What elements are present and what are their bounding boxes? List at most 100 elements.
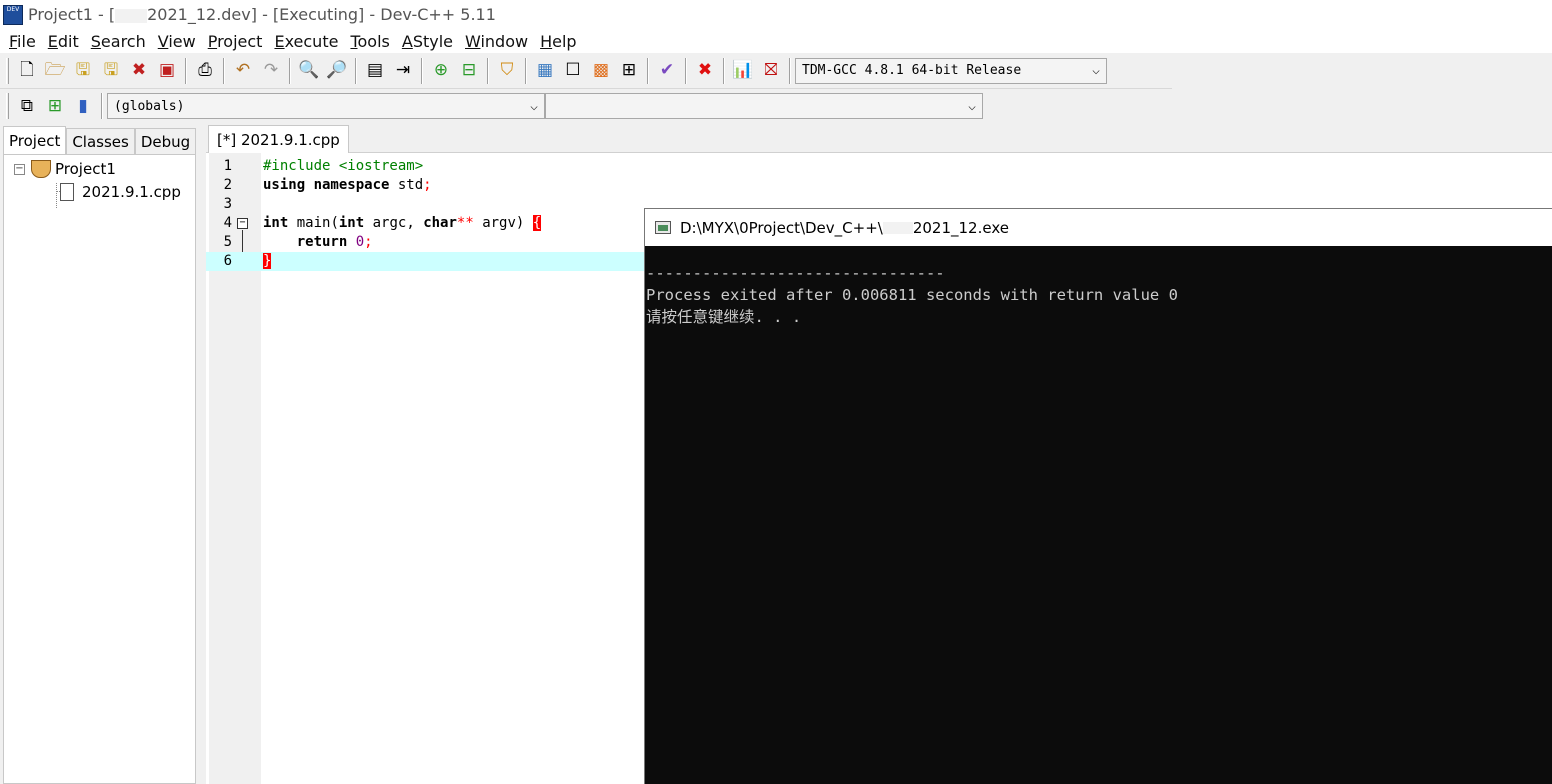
redacted-text	[115, 8, 148, 23]
rebuild-all-button[interactable]: ⊞	[616, 58, 642, 84]
menu-view-label: iew	[168, 31, 196, 51]
menu-view[interactable]: View	[152, 32, 202, 51]
close-file-icon: ✖	[131, 60, 147, 80]
syntax-check-button[interactable]: ✔	[654, 58, 680, 84]
bookmark-icon: ▮	[78, 95, 88, 116]
toolbar-separator	[723, 57, 725, 84]
compile-run-button[interactable]: ▩	[588, 58, 614, 84]
console-exit-message: Process exited after 0.006811 seconds wi…	[646, 286, 1178, 304]
undo-icon: ↶	[235, 60, 251, 80]
menu-window[interactable]: Window	[459, 32, 534, 51]
window-title: Project1 - [2021_12.dev] - [Executing] -…	[28, 5, 496, 24]
close-all-button[interactable]: ▣	[154, 58, 180, 84]
collapse-icon[interactable]: −	[14, 163, 25, 175]
menu-search-label: earch	[100, 31, 146, 51]
new-file-icon: 🗋	[20, 60, 34, 80]
fold-collapse-icon[interactable]: −	[237, 218, 248, 229]
indent-button[interactable]: ▤	[362, 58, 388, 84]
save-all-button[interactable]: 🖫	[98, 58, 124, 84]
line-number: 3	[223, 196, 232, 212]
panel-tabs: Project Classes Debug	[3, 126, 197, 154]
identifier: std	[389, 177, 424, 193]
toolbar-separator	[421, 57, 423, 84]
tab-debug[interactable]: Debug	[134, 128, 197, 154]
compiler-select[interactable]: TDM-GCC 4.8.1 64-bit Release ⌵	[795, 57, 1107, 84]
symbol: ;	[364, 234, 373, 250]
redo-button[interactable]: ↷	[258, 58, 284, 84]
panel-splitter[interactable]	[196, 123, 206, 784]
menu-execute[interactable]: Execute	[268, 32, 344, 51]
redacted-text	[882, 222, 913, 234]
menu-tools[interactable]: Tools	[344, 32, 395, 51]
menu-help[interactable]: Help	[534, 32, 582, 51]
close-file-button[interactable]: ✖	[126, 58, 152, 84]
dev-cpp-window: DEV Project1 - [2021_12.dev] - [Executin…	[0, 0, 1552, 784]
project-options-button[interactable]: ⛉	[494, 58, 520, 84]
delete-profile-button[interactable]: ⛝	[758, 58, 784, 84]
class-toolbar: ⧉ ⊞ ▮ (globals) ⌵ ⌵	[0, 89, 996, 123]
console-app-icon	[655, 221, 671, 234]
toolbar-grip[interactable]	[6, 57, 9, 84]
print-button[interactable]: ⎙	[192, 58, 218, 84]
identifier: argc,	[364, 215, 424, 231]
menu-execute-mnemonic: E	[274, 31, 285, 51]
editor-tab-file[interactable]: [*] 2021.9.1.cpp	[208, 125, 349, 154]
code-text: using namespace std;	[263, 176, 432, 195]
menu-astyle[interactable]: AStyle	[396, 32, 459, 51]
insert-button[interactable]: ⊞	[42, 93, 68, 119]
console-window[interactable]: D:\MYX\0Project\Dev_C++\ 2021_12.exe ----…	[644, 208, 1552, 784]
compile-button[interactable]: ▦	[532, 58, 558, 84]
menu-file-mnemonic: F	[9, 31, 18, 51]
dev-cpp-app-icon: DEV	[3, 4, 23, 25]
globals-select[interactable]: (globals) ⌵	[107, 93, 545, 119]
run-button[interactable]: ☐	[560, 58, 586, 84]
menu-help-mnemonic: H	[540, 31, 553, 51]
menu-edit[interactable]: Edit	[42, 32, 85, 51]
goto-declaration-icon: ⧉	[20, 95, 34, 116]
console-separator-line: --------------------------------	[646, 264, 945, 282]
save-icon: 🖫	[75, 60, 91, 80]
keyword: int	[263, 215, 289, 231]
new-file-button[interactable]: 🗋	[14, 58, 40, 84]
tab-project[interactable]: Project	[3, 126, 67, 154]
tree-item-project[interactable]: − Project1	[14, 159, 116, 179]
menu-search[interactable]: Search	[85, 32, 152, 51]
line-number: 4	[223, 215, 232, 231]
toolbar-grip[interactable]	[6, 93, 9, 119]
chevron-down-icon: ⌵	[968, 98, 976, 114]
compile-run-icon: ▩	[592, 60, 610, 80]
menu-search-mnemonic: S	[90, 31, 101, 51]
add-to-project-button[interactable]: ⊕	[428, 58, 454, 84]
unindent-button[interactable]: ⇥	[390, 58, 416, 84]
remove-from-project-button[interactable]: ⊟	[456, 58, 482, 84]
save-button[interactable]: 🖫	[70, 58, 96, 84]
toolbar-separator	[487, 57, 489, 84]
console-output[interactable]: -------------------------------- Process…	[645, 246, 1552, 784]
line-number: 6	[223, 253, 232, 269]
open-button[interactable]: 🗁	[42, 58, 68, 84]
compile-grid-icon: ▦	[536, 60, 554, 80]
find-icon: 🔍	[298, 60, 320, 80]
console-title-suffix: 2021_12.exe	[912, 218, 1009, 237]
goto-declaration-button[interactable]: ⧉	[14, 93, 40, 119]
profile-button[interactable]: 📊	[730, 58, 756, 84]
toolbar-separator	[289, 57, 291, 84]
replace-button[interactable]: 🔎	[324, 58, 350, 84]
stop-execution-button[interactable]: ✖	[692, 58, 718, 84]
bookmark-button[interactable]: ▮	[70, 93, 96, 119]
code-text: int main(int argc, char** argv) {	[263, 214, 542, 233]
console-title-bar[interactable]: D:\MYX\0Project\Dev_C++\ 2021_12.exe	[645, 209, 1552, 246]
code-text: return 0;	[263, 233, 373, 252]
tree-item-file[interactable]: 2021.9.1.cpp	[60, 182, 181, 202]
tab-classes[interactable]: Classes	[66, 128, 135, 154]
project-options-icon: ⛉	[500, 60, 514, 80]
app-icon-label: DEV	[6, 5, 20, 13]
members-select[interactable]: ⌵	[545, 93, 983, 119]
menu-tools-label: ools	[357, 31, 390, 51]
find-button[interactable]: 🔍	[296, 58, 322, 84]
menu-file[interactable]: File	[3, 32, 42, 51]
add-to-project-icon: ⊕	[433, 60, 449, 80]
insert-plus-icon: ⊞	[47, 95, 63, 116]
undo-button[interactable]: ↶	[230, 58, 256, 84]
menu-project[interactable]: Project	[202, 32, 269, 51]
